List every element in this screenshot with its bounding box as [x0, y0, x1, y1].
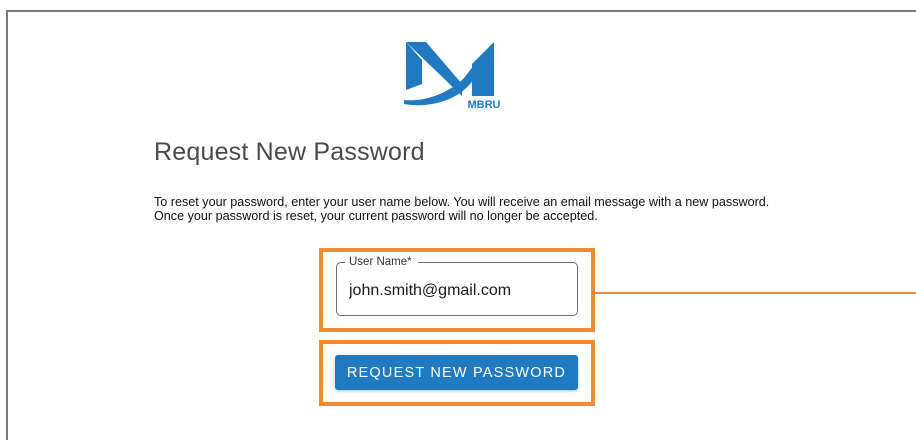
- request-new-password-button[interactable]: REQUEST NEW PASSWORD: [335, 355, 578, 390]
- username-label: User Name*: [345, 255, 418, 269]
- mbru-logo-icon: MBRU: [404, 42, 501, 111]
- mbru-logo: MBRU: [402, 38, 502, 111]
- instructions-text: To reset your password, enter your user …: [154, 195, 770, 223]
- page-title: Request New Password: [154, 138, 425, 166]
- callout-line: [595, 292, 916, 294]
- username-field[interactable]: User Name*: [336, 255, 578, 316]
- logo-text: MBRU: [468, 99, 501, 110]
- username-input[interactable]: [349, 279, 564, 303]
